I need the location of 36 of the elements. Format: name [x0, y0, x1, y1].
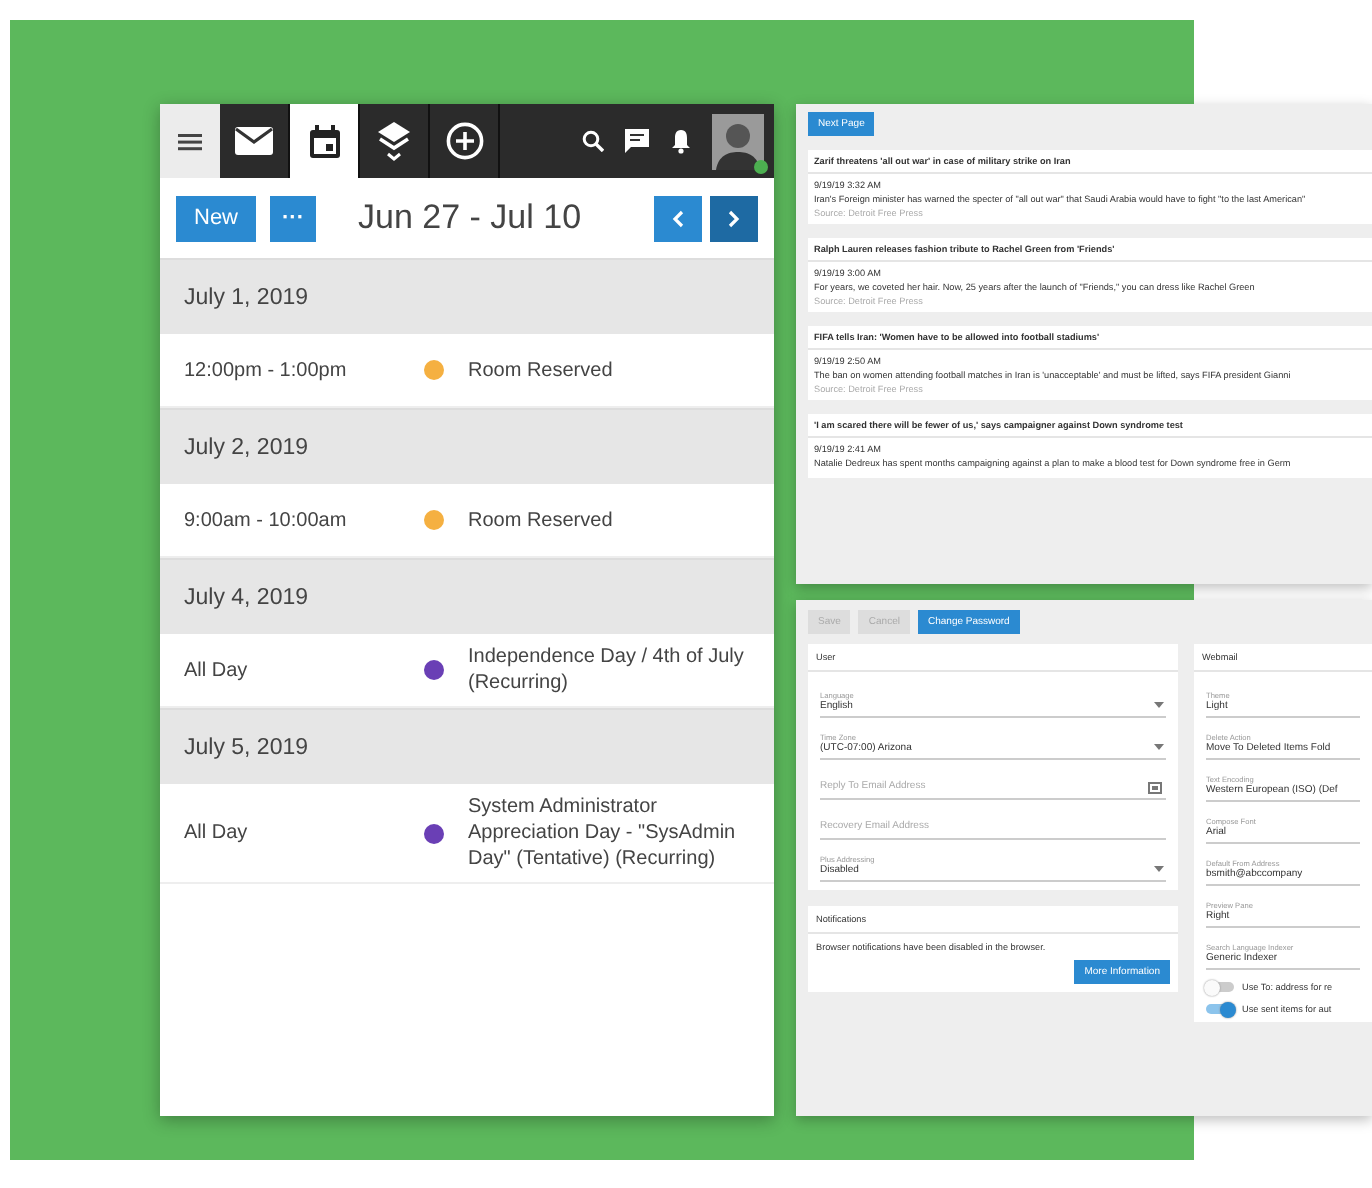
event-time: 9:00am - 10:00am — [184, 509, 349, 531]
previous-button[interactable] — [654, 195, 702, 241]
date-range: Jun 27 - Jul 10 — [358, 198, 582, 238]
calendar-tab[interactable] — [290, 104, 360, 178]
avatar[interactable] — [712, 113, 764, 169]
envelope-icon — [234, 126, 274, 156]
event-title: Room Reserved — [468, 357, 613, 383]
day-date: July 2, 2019 — [184, 435, 309, 459]
layers-icon — [378, 121, 410, 161]
day-date: July 5, 2019 — [184, 735, 309, 759]
event-title: Independence Day / 4th of July (Recurring) — [468, 644, 746, 696]
menu-icon[interactable] — [160, 104, 220, 178]
event-title: Room Reserved — [468, 507, 613, 533]
chevron-left-icon — [672, 209, 684, 227]
toggle-switch[interactable] — [1206, 1004, 1234, 1014]
plus-circle-icon — [445, 122, 483, 160]
bell-icon[interactable] — [670, 128, 692, 154]
event-row[interactable]: All Day System Administrator Appreciation Day - "SysAdmin Day" (Tentative) (Recurring) — [160, 784, 774, 884]
calendar-icon — [307, 123, 341, 159]
more-button[interactable]: ··· — [270, 195, 317, 241]
next-button[interactable] — [710, 195, 758, 241]
event-time: 12:00pm - 1:00pm — [184, 359, 349, 381]
card-icon[interactable] — [1148, 782, 1162, 794]
dropdown-caret-icon — [1154, 702, 1164, 708]
event-time: All Day — [184, 822, 250, 844]
day-date: July 4, 2019 — [184, 585, 309, 609]
event-title: System Administrator Appreciation Day - "SysAdmin Day" (Tentative) (Recurring) — [468, 794, 738, 872]
search-icon[interactable] — [582, 130, 604, 152]
toggle-switch[interactable] — [1206, 982, 1234, 992]
chat-icon[interactable] — [624, 128, 650, 154]
chevron-right-icon — [728, 209, 740, 227]
dropdown-caret-icon — [1154, 866, 1164, 872]
new-button[interactable]: New — [176, 195, 257, 241]
day-date: July 1, 2019 — [184, 285, 309, 309]
event-time: All Day — [184, 659, 250, 681]
dropdown-caret-icon — [1154, 744, 1164, 750]
